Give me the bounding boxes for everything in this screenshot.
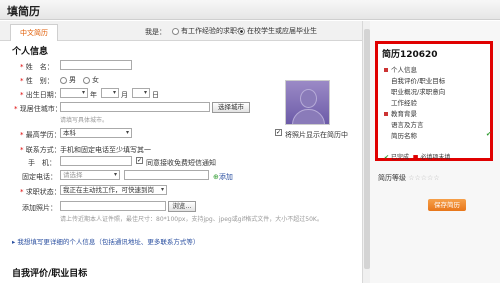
name-label: * 姓 名： (20, 63, 54, 71)
phone-area-select[interactable]: 请选择 (60, 170, 120, 180)
resume-section-item[interactable]: 个人信息 (384, 64, 417, 74)
resume-section-item[interactable]: 工作经验 (384, 97, 417, 107)
more-personal-info-link[interactable]: ▸ 我想填写更详细的个人信息（包括通讯地址、更多联系方式等） (12, 236, 199, 246)
section-personal-info: 个人信息 (12, 47, 49, 57)
avatar-placeholder (285, 80, 330, 125)
city-input[interactable] (60, 102, 210, 112)
city-label: * 现居住城市： (14, 105, 62, 113)
city-hint: 请填写具体城市。 (60, 117, 109, 124)
resume-section-item[interactable]: 自我评价/职业目标 (384, 75, 445, 85)
check-icon: ✔ (384, 154, 390, 161)
radio-selected-icon[interactable] (238, 27, 245, 35)
identity-option-experienced[interactable]: 有工作经验的求职者 (172, 26, 244, 36)
required-mark-icon: ■ (412, 154, 419, 161)
education-label: * 最高学历： (20, 131, 61, 139)
sms-notice-checkbox[interactable]: ✓ (136, 157, 143, 164)
contact-note: 手机和固定电话至少填写其一 (60, 146, 151, 154)
birth-day-select[interactable] (132, 88, 150, 98)
day-unit: 日 (152, 91, 159, 99)
star-rating: ☆☆☆☆☆ (408, 174, 440, 182)
show-photo-label: 将照片显示在简历中 (285, 131, 348, 139)
avatar-body (292, 109, 325, 124)
birth-month-select[interactable] (101, 88, 119, 98)
year-unit: 年 (90, 91, 97, 99)
sms-notice-label: 同意接收免费短信通知 (146, 159, 216, 167)
required-mark-icon (384, 112, 388, 116)
page-title: 填简历 (7, 5, 40, 18)
contact-label: * 联系方式： (20, 146, 61, 154)
required-mark-icon (384, 68, 388, 72)
identity-prompt: 我是： (145, 28, 166, 36)
education-select[interactable]: 本科 (60, 128, 132, 138)
browse-button[interactable]: 浏览... (168, 201, 196, 212)
resume-section-item[interactable]: 简历名称 (384, 130, 417, 140)
month-unit: 月 (121, 91, 128, 99)
radio-icon[interactable] (83, 76, 90, 84)
birth-year-select[interactable] (60, 88, 88, 98)
avatar-head (300, 89, 317, 108)
check-icon: ✔ (486, 130, 492, 138)
select-city-button[interactable]: 选择城市 (212, 102, 250, 113)
phone-input[interactable] (124, 170, 209, 180)
job-status-select[interactable]: 我正在主动找工作，可快速到岗 (60, 185, 167, 195)
resume-level: 简历等级 ☆☆☆☆☆ (378, 174, 440, 182)
scrollbar[interactable] (362, 21, 370, 283)
resume-section-item[interactable]: 语言及方言 (384, 119, 424, 129)
top-bar: 填简历 (0, 0, 500, 20)
gender-label: * 性 别： (20, 77, 54, 85)
add-phone-link[interactable]: ⊕添加 (213, 172, 233, 182)
resume-title: 简历120620 (382, 50, 438, 60)
resume-progress-box: 简历120620 个人信息 自我评价/职业目标 职业概况/求职意向 工作经验 教育背景语… (375, 41, 493, 161)
resume-sidebar: 简历120620 个人信息 自我评价/职业目标 职业概况/求职意向 工作经验 教育背景语… (370, 21, 500, 283)
identity-option-student[interactable]: 在校学生或应届毕业生 (238, 26, 317, 36)
gender-female-option[interactable]: 女 (83, 75, 99, 85)
job-status-label: * 求职状态： (20, 188, 61, 196)
gender-male-option[interactable]: 男 (60, 75, 76, 85)
radio-icon[interactable] (172, 27, 179, 35)
resume-section-item[interactable]: 教育背景 (384, 108, 417, 118)
section-self-evaluation: 自我评价/职业目标 (12, 269, 88, 279)
photo-hint: 请上传近期本人证件照，最佳尺寸：80*100px，支持jpg、jpeg或gif格… (60, 216, 323, 223)
phone-label: 固定电话： (22, 173, 57, 181)
name-input[interactable] (60, 60, 132, 70)
resume-section-item[interactable]: 职业概况/求职意向 (384, 86, 445, 96)
show-photo-checkbox[interactable]: ✓ (275, 129, 282, 136)
photo-path-input[interactable] (60, 201, 166, 211)
birth-label: * 出生日期： (20, 91, 61, 99)
tab-chinese-resume[interactable]: 中文简历 (10, 24, 58, 41)
progress-legend: ✔ 已完成 ■ 必填项未填 (384, 154, 451, 161)
mobile-label: 手 机： (28, 159, 56, 167)
radio-icon[interactable] (60, 76, 67, 84)
add-photo-label: 添加照片： (22, 204, 57, 212)
mobile-input[interactable] (60, 156, 132, 166)
save-resume-button[interactable]: 保存简历 (428, 199, 466, 211)
tab-bar: 中文简历 我是： 有工作经验的求职者 在校学生或应届毕业生 (0, 21, 362, 41)
